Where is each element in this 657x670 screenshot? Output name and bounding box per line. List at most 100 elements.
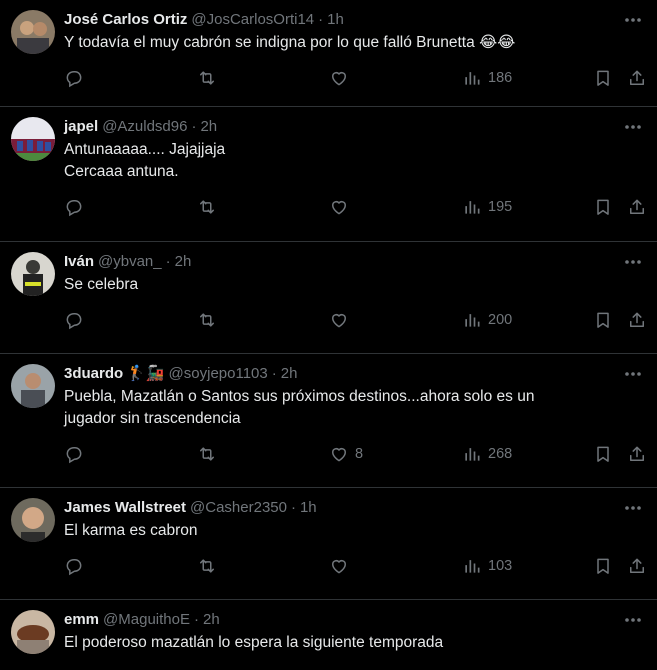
views-button[interactable]: 268 <box>462 444 512 464</box>
bookmark-icon <box>597 312 609 328</box>
tweet[interactable]: James Wallstreet @Casher2350 · 1h El kar… <box>0 488 657 600</box>
view-count: 268 <box>488 446 513 462</box>
author-handle[interactable]: @Azuldsd96 <box>102 117 187 137</box>
like-icon <box>332 560 346 574</box>
tweet-text-line: Cercaaa antuna. <box>64 163 179 180</box>
bookmark-button[interactable] <box>593 556 613 576</box>
view-count: 103 <box>488 558 513 574</box>
retweet-button[interactable] <box>197 197 217 217</box>
bookmark-button[interactable] <box>593 197 613 217</box>
like-button[interactable] <box>329 310 355 330</box>
author-handle[interactable]: @JosCarlosOrti14 <box>191 10 314 30</box>
reply-button[interactable] <box>64 197 84 217</box>
author-handle[interactable]: @soyjepo1103 <box>169 364 268 384</box>
author-handle[interactable]: @MaguithoE <box>103 610 190 630</box>
like-button[interactable] <box>329 68 355 88</box>
timestamp[interactable]: 2h <box>200 117 217 137</box>
timestamp[interactable]: 1h <box>327 10 344 30</box>
bookmark-icon <box>597 446 609 462</box>
more-icon[interactable] <box>623 366 643 382</box>
retweet-button[interactable] <box>197 556 217 576</box>
retweet-button[interactable] <box>197 444 217 464</box>
more-icon[interactable] <box>623 12 643 28</box>
tweet[interactable]: japel @Azuldsd96 · 2h Antunaaaaa.... Jaj… <box>0 107 657 242</box>
like-count: 8 <box>355 446 364 462</box>
reply-icon <box>66 200 82 217</box>
like-button[interactable] <box>329 556 355 576</box>
separator-dot: · <box>290 499 296 516</box>
views-button[interactable]: 200 <box>462 310 512 330</box>
tweet-text: Se celebra <box>64 274 641 296</box>
retweet-icon <box>200 447 214 461</box>
author-name[interactable]: 3duardo <box>64 364 123 384</box>
reply-icon <box>66 447 82 464</box>
share-button[interactable] <box>627 444 647 464</box>
timestamp[interactable]: 2h <box>175 252 192 272</box>
views-button[interactable]: 103 <box>462 556 512 576</box>
more-icon[interactable] <box>623 254 643 270</box>
bookmark-button[interactable] <box>593 68 613 88</box>
share-button[interactable] <box>627 310 647 330</box>
tweet-text: Y todavía el muy cabrón se indigna por l… <box>64 32 641 54</box>
tweet[interactable]: Iván @ybvan_ · 2h Se celebra 200 <box>0 242 657 354</box>
views-button[interactable]: 186 <box>462 68 512 88</box>
avatar[interactable] <box>11 117 55 161</box>
author-name[interactable]: James Wallstreet <box>64 498 186 518</box>
separator-dot: · <box>318 11 324 28</box>
avatar[interactable] <box>11 610 55 654</box>
tweet-text: Puebla, Mazatlán o Santos sus próximos d… <box>64 386 641 430</box>
timestamp[interactable]: 1h <box>300 498 317 518</box>
views-button[interactable]: 195 <box>462 197 512 217</box>
avatar[interactable] <box>11 498 55 542</box>
reply-button[interactable] <box>64 68 84 88</box>
share-button[interactable] <box>627 556 647 576</box>
bookmark-icon <box>597 558 609 574</box>
author-handle[interactable]: @Casher2350 <box>190 498 287 518</box>
bookmark-icon <box>597 70 609 86</box>
views-icon <box>465 448 480 461</box>
timestamp[interactable]: 2h <box>281 364 298 384</box>
reply-button[interactable] <box>64 310 84 330</box>
more-icon[interactable] <box>623 119 643 135</box>
like-icon <box>332 72 346 86</box>
more-icon[interactable] <box>623 500 643 516</box>
tweet-text-line: Se celebra <box>64 276 139 293</box>
bookmark-button[interactable] <box>593 310 613 330</box>
bookmark-icon <box>597 199 609 215</box>
more-icon[interactable] <box>623 612 643 628</box>
author-name[interactable]: José Carlos Ortiz <box>64 10 187 30</box>
like-button[interactable]: 8 <box>329 444 363 464</box>
separator-dot: · <box>191 118 197 135</box>
like-icon <box>332 448 346 462</box>
share-button[interactable] <box>627 197 647 217</box>
views-icon <box>465 314 480 327</box>
reply-button[interactable] <box>64 556 84 576</box>
retweet-button[interactable] <box>197 310 217 330</box>
reply-button[interactable] <box>64 444 84 464</box>
tweet[interactable]: emm @MaguithoE · 2h El poderoso mazatlán… <box>0 600 657 670</box>
avatar[interactable] <box>11 10 55 54</box>
author-name[interactable]: emm <box>64 610 99 630</box>
timestamp[interactable]: 2h <box>203 610 220 630</box>
author-name[interactable]: japel <box>64 117 98 137</box>
views-icon <box>465 560 480 573</box>
reply-icon <box>66 71 82 88</box>
like-button[interactable] <box>329 197 355 217</box>
share-button[interactable] <box>627 68 647 88</box>
tweet[interactable]: 3duardo 🏌🚂 @soyjepo1103 · 2h Puebla, Maz… <box>0 354 657 488</box>
bookmark-button[interactable] <box>593 444 613 464</box>
avatar[interactable] <box>11 364 55 408</box>
author-handle[interactable]: @ybvan_ <box>98 252 162 272</box>
name-emoji: 🏌🚂 <box>127 365 165 382</box>
like-icon <box>332 314 346 328</box>
share-icon <box>630 446 644 461</box>
reply-icon <box>66 559 82 576</box>
avatar[interactable] <box>11 252 55 296</box>
retweet-button[interactable] <box>197 68 217 88</box>
share-icon <box>630 70 644 85</box>
views-icon <box>465 201 480 214</box>
tweet-text-line: Puebla, Mazatlán o Santos sus próximos d… <box>64 388 535 405</box>
tweet[interactable]: José Carlos Ortiz @JosCarlosOrti14 · 1h … <box>0 0 657 107</box>
tweet-text-line: Y todavía el muy cabrón se indigna por l… <box>64 34 516 51</box>
author-name[interactable]: Iván <box>64 252 94 272</box>
